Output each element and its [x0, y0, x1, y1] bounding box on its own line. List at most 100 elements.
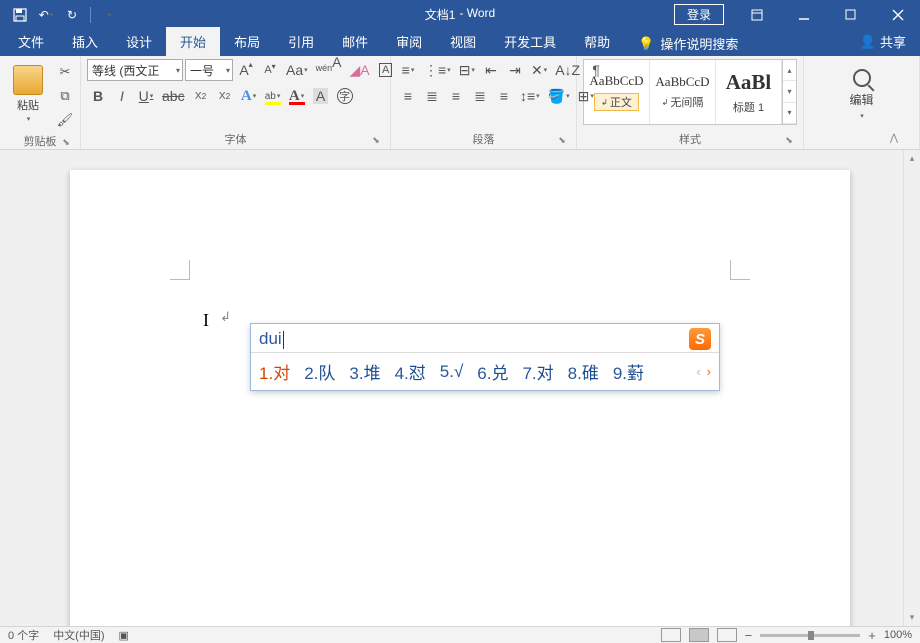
- line-spacing-button[interactable]: ↕≡▾: [517, 85, 543, 107]
- search-icon: [853, 69, 871, 87]
- borders-button[interactable]: ⊞▾: [575, 85, 597, 107]
- enclose-characters-button[interactable]: A: [375, 59, 397, 81]
- style-heading1[interactable]: AaBl 标题 1: [716, 60, 782, 124]
- page[interactable]: I ↲: [70, 170, 850, 626]
- ime-candidate[interactable]: 4.怼: [395, 359, 426, 384]
- clipboard-dialog-launcher[interactable]: ⬊: [60, 137, 72, 149]
- print-layout-view[interactable]: [689, 628, 709, 642]
- tab-review[interactable]: 审阅: [382, 27, 436, 56]
- tab-home[interactable]: 开始: [166, 27, 220, 56]
- tab-insert[interactable]: 插入: [58, 27, 112, 56]
- style-no-spacing[interactable]: AaBbCcD ↲无间隔: [650, 60, 716, 124]
- undo-button[interactable]: ↶▾: [34, 3, 58, 27]
- asian-layout-button[interactable]: ✕▾: [528, 59, 550, 81]
- distribute-button[interactable]: ≡: [493, 85, 515, 107]
- numbered-list-button[interactable]: ⋮≡▾: [421, 59, 454, 81]
- word-count[interactable]: 0 个字: [8, 627, 39, 643]
- tab-help[interactable]: 帮助: [570, 27, 624, 56]
- scrollbar-track[interactable]: [904, 167, 920, 609]
- group-editing: 编辑 ▾: [804, 56, 920, 149]
- styles-gallery-expand[interactable]: ▴▾▾: [782, 60, 796, 124]
- styles-gallery: AaBbCcD ↲正文 AaBbCcD ↲无间隔 AaBl 标题 1 ▴▾▾: [583, 59, 797, 125]
- ime-candidate[interactable]: 5.√: [440, 362, 464, 382]
- redo-button[interactable]: ↻: [60, 3, 84, 27]
- align-center-button[interactable]: ≣: [421, 85, 443, 107]
- bullet-list-button[interactable]: ≡▾: [397, 59, 419, 81]
- tab-developer[interactable]: 开发工具: [490, 27, 570, 56]
- macro-recorder-icon[interactable]: ▣: [119, 629, 129, 642]
- tab-view[interactable]: 视图: [436, 27, 490, 56]
- paste-button[interactable]: 粘贴 ▾: [6, 59, 50, 129]
- grow-font-button[interactable]: A▴: [235, 59, 257, 81]
- align-left-button[interactable]: ≡: [397, 85, 419, 107]
- share-button[interactable]: 👤 共享: [846, 27, 920, 56]
- clear-formatting-button[interactable]: ◢A: [347, 59, 373, 81]
- font-color-button[interactable]: A▾: [286, 85, 308, 107]
- ime-candidate[interactable]: 1.对: [259, 359, 290, 384]
- text-effects-button[interactable]: A▾: [238, 85, 260, 107]
- zoom-in-button[interactable]: +: [868, 628, 876, 643]
- font-size-combo[interactable]: 一号▾: [185, 59, 233, 81]
- tab-design[interactable]: 设计: [112, 27, 166, 56]
- language-status[interactable]: 中文(中国): [53, 627, 104, 643]
- font-family-combo[interactable]: 等线 (西文正▾: [87, 59, 183, 81]
- tab-references[interactable]: 引用: [274, 27, 328, 56]
- tab-layout[interactable]: 布局: [220, 27, 274, 56]
- qat-customize[interactable]: ▾: [97, 3, 121, 27]
- bold-button[interactable]: B: [87, 85, 109, 107]
- decrease-indent-button[interactable]: ⇤: [480, 59, 502, 81]
- superscript-button[interactable]: X2: [214, 85, 236, 107]
- zoom-slider-thumb[interactable]: [808, 631, 814, 640]
- group-label-font: 字体: [225, 134, 247, 146]
- multilevel-list-button[interactable]: ⊟▾: [456, 59, 478, 81]
- italic-button[interactable]: I: [111, 85, 133, 107]
- minimize-button[interactable]: [781, 0, 826, 29]
- cut-button[interactable]: ✂: [54, 61, 76, 83]
- find-button[interactable]: 编辑 ▾: [840, 59, 884, 129]
- ime-candidate[interactable]: 3.堆: [349, 359, 380, 384]
- read-mode-view[interactable]: [661, 628, 681, 642]
- format-painter-button[interactable]: 🖌: [54, 109, 76, 131]
- maximize-button[interactable]: [828, 0, 873, 29]
- underline-button[interactable]: U▾: [135, 85, 157, 107]
- copy-button[interactable]: ⧉: [54, 85, 76, 107]
- zoom-out-button[interactable]: −: [745, 628, 753, 643]
- ime-candidate[interactable]: 8.碓: [568, 359, 599, 384]
- change-case-button[interactable]: Aa▾: [283, 59, 311, 81]
- vertical-scrollbar[interactable]: ▴ ▾: [903, 150, 920, 626]
- ribbon-display-options[interactable]: [734, 0, 779, 29]
- phonetic-guide-button[interactable]: wénA: [313, 59, 345, 81]
- web-layout-view[interactable]: [717, 628, 737, 642]
- close-button[interactable]: [875, 0, 920, 29]
- subscript-button[interactable]: X2: [190, 85, 212, 107]
- ime-candidate[interactable]: 6.兑: [477, 359, 508, 384]
- show-marks-button[interactable]: ¶: [585, 59, 607, 81]
- align-right-button[interactable]: ≡: [445, 85, 467, 107]
- zoom-slider[interactable]: [760, 634, 860, 637]
- ime-candidate[interactable]: 7.对: [522, 359, 553, 384]
- scroll-down-button[interactable]: ▾: [904, 609, 920, 626]
- login-button[interactable]: 登录: [674, 4, 724, 25]
- justify-button[interactable]: ≣: [469, 85, 491, 107]
- ime-next-page[interactable]: ›: [707, 364, 711, 379]
- styles-dialog-launcher[interactable]: ⬊: [783, 135, 795, 147]
- tab-mailings[interactable]: 邮件: [328, 27, 382, 56]
- font-dialog-launcher[interactable]: ⬊: [370, 135, 382, 147]
- scroll-up-button[interactable]: ▴: [904, 150, 920, 167]
- sort-button[interactable]: A↓Z: [552, 59, 583, 81]
- increase-indent-button[interactable]: ⇥: [504, 59, 526, 81]
- save-button[interactable]: [8, 3, 32, 27]
- collapse-ribbon-button[interactable]: ⋀: [886, 130, 902, 146]
- zoom-level[interactable]: 100%: [884, 629, 912, 641]
- character-shading-button[interactable]: A: [310, 85, 332, 107]
- tell-me-search[interactable]: 💡 操作说明搜索: [624, 31, 752, 56]
- shrink-font-button[interactable]: A▾: [259, 59, 281, 81]
- paragraph-dialog-launcher[interactable]: ⬊: [556, 135, 568, 147]
- ime-candidate[interactable]: 9.薱: [613, 359, 644, 384]
- ime-candidate[interactable]: 2.队: [304, 359, 335, 384]
- tab-file[interactable]: 文件: [4, 27, 58, 56]
- strikethrough-button[interactable]: abc: [159, 85, 188, 107]
- highlight-color-button[interactable]: ab▾: [262, 85, 284, 107]
- character-border-button[interactable]: 字: [334, 85, 356, 107]
- shading-button[interactable]: 🪣▾: [545, 85, 573, 107]
